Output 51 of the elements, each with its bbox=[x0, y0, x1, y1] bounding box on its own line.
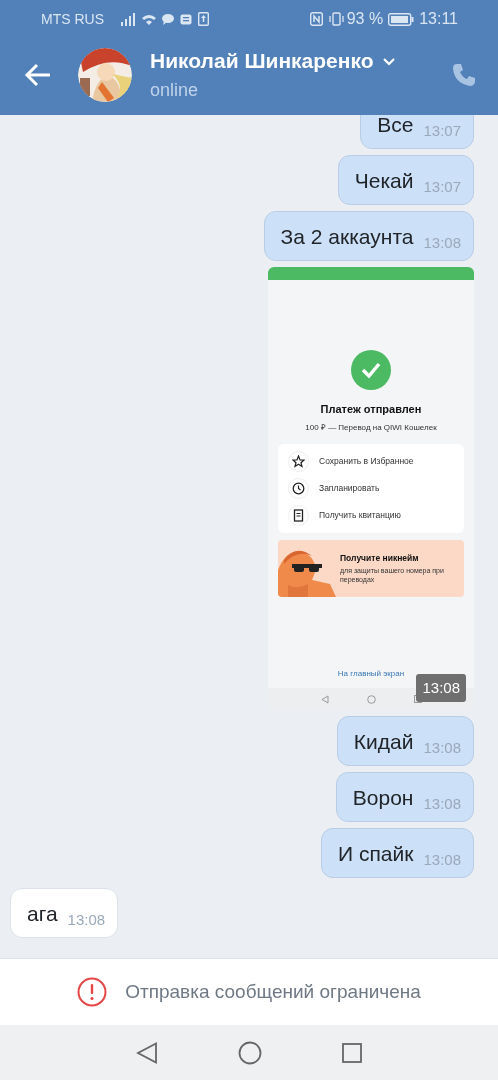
action-label: Сохранить в Избранное bbox=[319, 454, 414, 468]
recent-apps-icon[interactable] bbox=[342, 1042, 362, 1063]
signal-icon bbox=[120, 12, 136, 26]
home-icon[interactable] bbox=[238, 1040, 262, 1065]
check-icon bbox=[351, 350, 391, 390]
star-icon bbox=[292, 454, 305, 468]
phone-icon[interactable] bbox=[452, 62, 476, 87]
battery-percent: 93 % bbox=[346, 9, 384, 29]
message-time: 13:08 bbox=[416, 673, 466, 702]
action-item[interactable]: Запланировать bbox=[278, 474, 464, 502]
message-icon bbox=[180, 13, 192, 25]
contact-name[interactable]: Николай Шинкаренко bbox=[150, 45, 374, 77]
action-item[interactable]: Получить квитанцию bbox=[278, 501, 464, 529]
message-text: ага bbox=[27, 901, 58, 927]
clock: 13:11 bbox=[419, 9, 458, 29]
upload-icon bbox=[198, 12, 209, 26]
message-time: 13:08 bbox=[423, 851, 461, 869]
chat-icon bbox=[161, 13, 174, 25]
message-text: За 2 аккаунта bbox=[280, 224, 414, 250]
message-time: 13:08 bbox=[67, 911, 106, 929]
action-label: Запланировать bbox=[319, 481, 380, 495]
message-time: 13:07 bbox=[423, 178, 461, 196]
message-time: 13:08 bbox=[423, 795, 461, 813]
vibrate-icon bbox=[328, 12, 344, 26]
home-link[interactable]: На главный экран bbox=[337, 668, 405, 680]
restriction-notice: Отправка сообщений ограничена bbox=[125, 979, 421, 1004]
message-time: 13:07 bbox=[423, 122, 461, 140]
message-text: Кидай bbox=[353, 729, 414, 755]
warning-icon bbox=[77, 977, 108, 1007]
nfc-icon bbox=[309, 12, 323, 26]
message-text: И спайк bbox=[338, 841, 414, 867]
payment-title: Платеж отправлен bbox=[320, 402, 422, 417]
document-icon bbox=[292, 508, 305, 522]
presence-status: online bbox=[150, 78, 200, 102]
wifi-icon bbox=[141, 12, 157, 26]
carrier-name: MTS RUS bbox=[41, 9, 104, 29]
message-text: Все bbox=[377, 115, 414, 138]
message-text: Ворон bbox=[352, 785, 414, 811]
message-text: Чекай bbox=[354, 168, 414, 194]
back-icon[interactable] bbox=[320, 694, 329, 704]
action-item[interactable]: Сохранить в Избранное bbox=[278, 447, 464, 475]
payment-subtitle: 100 ₽ — Перевод на QIWI Кошелек bbox=[305, 421, 437, 434]
promo-title: Получите никнейм bbox=[340, 551, 420, 565]
home-icon[interactable] bbox=[366, 694, 376, 704]
back-icon[interactable] bbox=[136, 1041, 158, 1064]
clock-icon bbox=[292, 481, 305, 495]
battery-icon bbox=[388, 12, 415, 26]
chevron-down-icon[interactable] bbox=[381, 56, 396, 66]
action-label: Получить квитанцию bbox=[319, 508, 401, 522]
message-time: 13:08 bbox=[423, 739, 461, 757]
message-time: 13:08 bbox=[423, 234, 461, 252]
